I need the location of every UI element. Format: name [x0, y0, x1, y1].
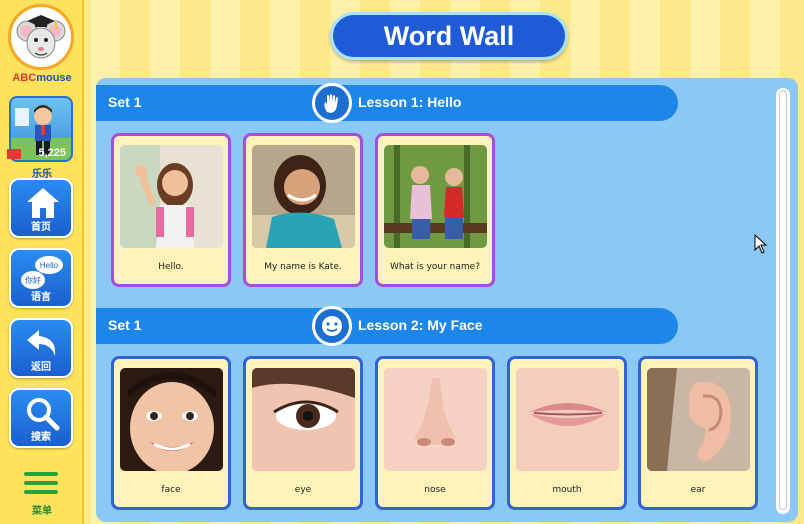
mouse-cursor-icon: [754, 234, 768, 254]
page-title: Word Wall: [330, 12, 568, 60]
lesson-header-2: Set 1 Lesson 2: My Face: [96, 306, 678, 346]
sidebar: ABCmouse 5,225 乐乐 首页 Hello 你好 语言 返回 搜索 菜…: [0, 0, 84, 524]
set-label: Set 1: [108, 94, 142, 110]
home-button[interactable]: 首页: [9, 178, 73, 238]
child-face-photo: [120, 368, 223, 471]
ear-photo: [647, 368, 750, 471]
card-caption: mouth: [552, 485, 582, 495]
ticket-score: 5,225: [38, 147, 66, 159]
back-arrow-icon: [27, 330, 56, 356]
word-card-ear[interactable]: ear: [638, 356, 758, 510]
word-card-what-is-your-name[interactable]: What is your name?: [375, 133, 495, 287]
face-icon: [312, 306, 352, 346]
card-caption: ear: [690, 485, 706, 495]
logo-suffix: mouse: [36, 72, 72, 84]
girl-waving-photo: [120, 145, 223, 248]
word-card-mouth[interactable]: mouth: [507, 356, 627, 510]
lesson-title: Lesson 2: My Face: [358, 317, 483, 333]
lesson-header-1: Set 1 Lesson 1: Hello: [96, 83, 678, 123]
home-label: 首页: [31, 222, 51, 233]
nose-photo: [384, 368, 487, 471]
menu-label: 菜单: [32, 506, 52, 517]
lesson-title: Lesson 1: Hello: [358, 94, 462, 110]
back-label: 返回: [31, 362, 51, 373]
mouth-photo: [516, 368, 619, 471]
menu-icon: [24, 472, 58, 476]
word-card-nose[interactable]: nose: [375, 356, 495, 510]
search-label: 搜索: [31, 432, 51, 443]
back-button[interactable]: 返回: [9, 318, 73, 378]
word-card-eye[interactable]: eye: [243, 356, 363, 510]
card-caption: nose: [424, 485, 446, 495]
two-girls-talking-photo: [384, 145, 487, 248]
set-label: Set 1: [108, 317, 142, 333]
card-caption: What is your name?: [390, 262, 480, 272]
search-button[interactable]: 搜索: [9, 388, 73, 448]
bubble-en: Hello: [40, 261, 59, 270]
home-icon: [27, 188, 59, 218]
language-label: 语言: [31, 292, 51, 303]
word-card-my-name[interactable]: My name is Kate.: [243, 133, 363, 287]
search-icon: [27, 398, 60, 431]
smiling-girl-photo: [252, 145, 355, 248]
card-caption: eye: [294, 485, 312, 495]
scrollbar-thumb[interactable]: [779, 90, 787, 510]
card-caption: My name is Kate.: [264, 262, 342, 272]
speech-bubbles-icon: Hello 你好: [21, 256, 63, 289]
logo-prefix: ABC: [12, 72, 37, 84]
card-caption: Hello.: [158, 262, 184, 272]
card-caption: face: [161, 485, 181, 495]
language-button[interactable]: Hello 你好 语言: [9, 248, 73, 308]
word-card-hello[interactable]: Hello.: [111, 133, 231, 287]
word-card-face[interactable]: face: [111, 356, 231, 510]
abcmouse-logo[interactable]: [8, 4, 74, 70]
menu-button[interactable]: 菜单: [22, 470, 62, 517]
logo-wordmark: ABCmouse: [4, 72, 80, 84]
eye-photo: [252, 368, 355, 471]
mouse-mascot-icon: [16, 15, 66, 59]
wave-hand-icon: [312, 83, 352, 123]
bubble-zh: 你好: [25, 275, 41, 285]
